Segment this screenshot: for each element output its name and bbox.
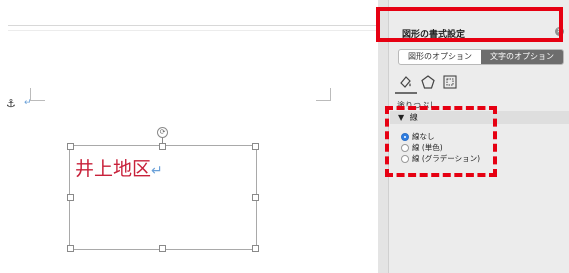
resize-handle-top-left[interactable]: [67, 143, 74, 150]
highlight-box-title: [376, 7, 563, 42]
return-mark: ↵: [151, 163, 163, 179]
resize-handle-left[interactable]: [67, 194, 74, 201]
page-top-edge-shadow: [8, 30, 376, 31]
options-tab-bar: 図形のオプション 文字のオプション: [398, 49, 564, 65]
resize-handle-right[interactable]: [252, 194, 259, 201]
shape-text[interactable]: 井上地区↵: [75, 154, 163, 181]
margin-corner-mark-right: [316, 88, 331, 101]
resize-handle-bottom-left[interactable]: [67, 245, 74, 252]
document-canvas[interactable]: ⚓ ↵ ⟳ 井上地区↵: [0, 0, 378, 273]
category-icon-row: [395, 72, 461, 94]
shape-effects-icon[interactable]: [417, 72, 439, 92]
paragraph-mark: ↵: [24, 98, 32, 108]
anchor-icon: ⚓: [6, 97, 16, 110]
resize-handle-bottom-right[interactable]: [252, 245, 259, 252]
margin-corner-mark-left: [30, 88, 45, 101]
resize-handle-top[interactable]: [159, 143, 166, 150]
highlight-box-line-options: [385, 106, 497, 177]
layout-properties-icon[interactable]: [439, 72, 461, 92]
tab-shape-options[interactable]: 図形のオプション: [399, 50, 481, 64]
resize-handle-bottom[interactable]: [159, 245, 166, 252]
tab-text-options[interactable]: 文字のオプション: [481, 50, 563, 64]
resize-handle-top-right[interactable]: [252, 143, 259, 150]
shape-text-content: 井上地区: [75, 158, 152, 180]
page-top-edge: [8, 25, 376, 26]
fill-line-icon[interactable]: [395, 72, 417, 94]
